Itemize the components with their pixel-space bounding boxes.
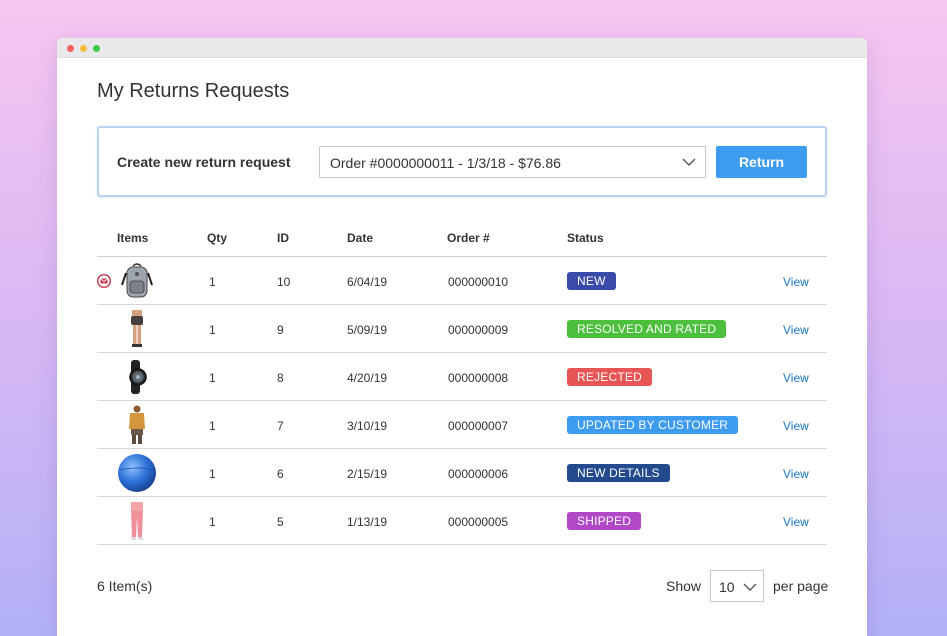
create-return-panel: Create new return request Order #0000000… xyxy=(97,126,827,197)
row-qty: 1 xyxy=(209,371,216,385)
view-link[interactable]: View xyxy=(783,419,809,433)
per-page-select[interactable]: 10 xyxy=(710,570,764,602)
close-window-dot[interactable] xyxy=(67,45,74,52)
top-model-icon[interactable] xyxy=(117,405,157,445)
row-id: 6 xyxy=(277,467,284,481)
row-date: 4/20/19 xyxy=(347,371,388,385)
item-count: 6 Item(s) xyxy=(97,578,153,594)
row-order-number: 000000005 xyxy=(448,515,509,529)
return-button[interactable]: Return xyxy=(716,146,807,178)
backpack-icon[interactable] xyxy=(117,261,157,301)
row-qty: 1 xyxy=(209,275,216,289)
window-titlebar xyxy=(57,38,867,58)
show-label: Show xyxy=(666,578,702,594)
row-id: 5 xyxy=(277,515,284,529)
row-order-number: 000000008 xyxy=(448,371,509,385)
row-qty: 1 xyxy=(209,515,216,529)
row-order-number: 000000009 xyxy=(448,323,509,337)
row-qty: 1 xyxy=(209,467,216,481)
message-icon[interactable] xyxy=(97,274,111,288)
browser-window: My Returns Requests Create new return re… xyxy=(57,38,867,636)
row-id: 10 xyxy=(277,275,291,289)
table-row: 1 8 4/20/19 000000008 REJECTED View xyxy=(97,353,827,401)
shorts-model-icon[interactable] xyxy=(117,309,157,349)
pants-model-icon[interactable] xyxy=(117,501,157,541)
view-link[interactable]: View xyxy=(783,515,809,529)
table-row: 1 5 1/13/19 000000005 SHIPPED View xyxy=(97,497,827,545)
status-badge: SHIPPED xyxy=(567,512,642,530)
row-date: 6/04/19 xyxy=(347,275,388,289)
row-order-number: 000000006 xyxy=(448,467,509,481)
view-link[interactable]: View xyxy=(783,467,809,481)
chevron-down-icon xyxy=(682,158,696,166)
order-select[interactable]: Order #0000000011 - 1/3/18 - $76.86 xyxy=(319,146,706,178)
row-order-number: 000000007 xyxy=(448,419,509,433)
header-date: Date xyxy=(347,231,374,245)
create-return-label: Create new return request xyxy=(117,154,291,170)
chevron-down-icon xyxy=(743,583,757,591)
status-badge: REJECTED xyxy=(567,368,652,386)
header-items: Items xyxy=(117,231,149,245)
minimize-window-dot[interactable] xyxy=(80,45,87,52)
table-row: 1 10 6/04/19 000000010 NEW View xyxy=(97,257,827,305)
table-row: 1 7 3/10/19 000000007 UPDATED BY CUSTOME… xyxy=(97,401,827,449)
status-badge: NEW xyxy=(567,272,616,290)
row-order-number: 000000010 xyxy=(448,275,509,289)
returns-table: Items Qty ID Date Order # Status 1 10 6/… xyxy=(97,218,827,545)
fitness-watch-icon[interactable] xyxy=(117,357,157,397)
header-order: Order # xyxy=(447,231,490,245)
status-badge: UPDATED BY CUSTOMER xyxy=(567,416,739,434)
row-date: 5/09/19 xyxy=(347,323,388,337)
per-page-label: per page xyxy=(773,578,829,594)
maximize-window-dot[interactable] xyxy=(93,45,100,52)
page-title: My Returns Requests xyxy=(97,80,290,102)
row-id: 9 xyxy=(277,323,284,337)
header-id: ID xyxy=(277,231,289,245)
status-badge: NEW DETAILS xyxy=(567,464,670,482)
row-id: 8 xyxy=(277,371,284,385)
per-page-value: 10 xyxy=(719,579,735,595)
order-select-value: Order #0000000011 - 1/3/18 - $76.86 xyxy=(330,155,561,171)
view-link[interactable]: View xyxy=(783,323,809,337)
row-id: 7 xyxy=(277,419,284,433)
row-date: 3/10/19 xyxy=(347,419,388,433)
row-date: 1/13/19 xyxy=(347,515,388,529)
row-qty: 1 xyxy=(209,419,216,433)
header-status: Status xyxy=(567,231,604,245)
row-qty: 1 xyxy=(209,323,216,337)
view-link[interactable]: View xyxy=(783,275,809,289)
status-badge: RESOLVED AND RATED xyxy=(567,320,727,338)
table-header: Items Qty ID Date Order # Status xyxy=(97,218,827,257)
header-qty: Qty xyxy=(207,231,228,245)
row-date: 2/15/19 xyxy=(347,467,388,481)
view-link[interactable]: View xyxy=(783,371,809,385)
exercise-ball-icon[interactable] xyxy=(117,453,157,493)
table-row: 1 9 5/09/19 000000009 RESOLVED AND RATED… xyxy=(97,305,827,353)
table-row: 1 6 2/15/19 000000006 NEW DETAILS View xyxy=(97,449,827,497)
